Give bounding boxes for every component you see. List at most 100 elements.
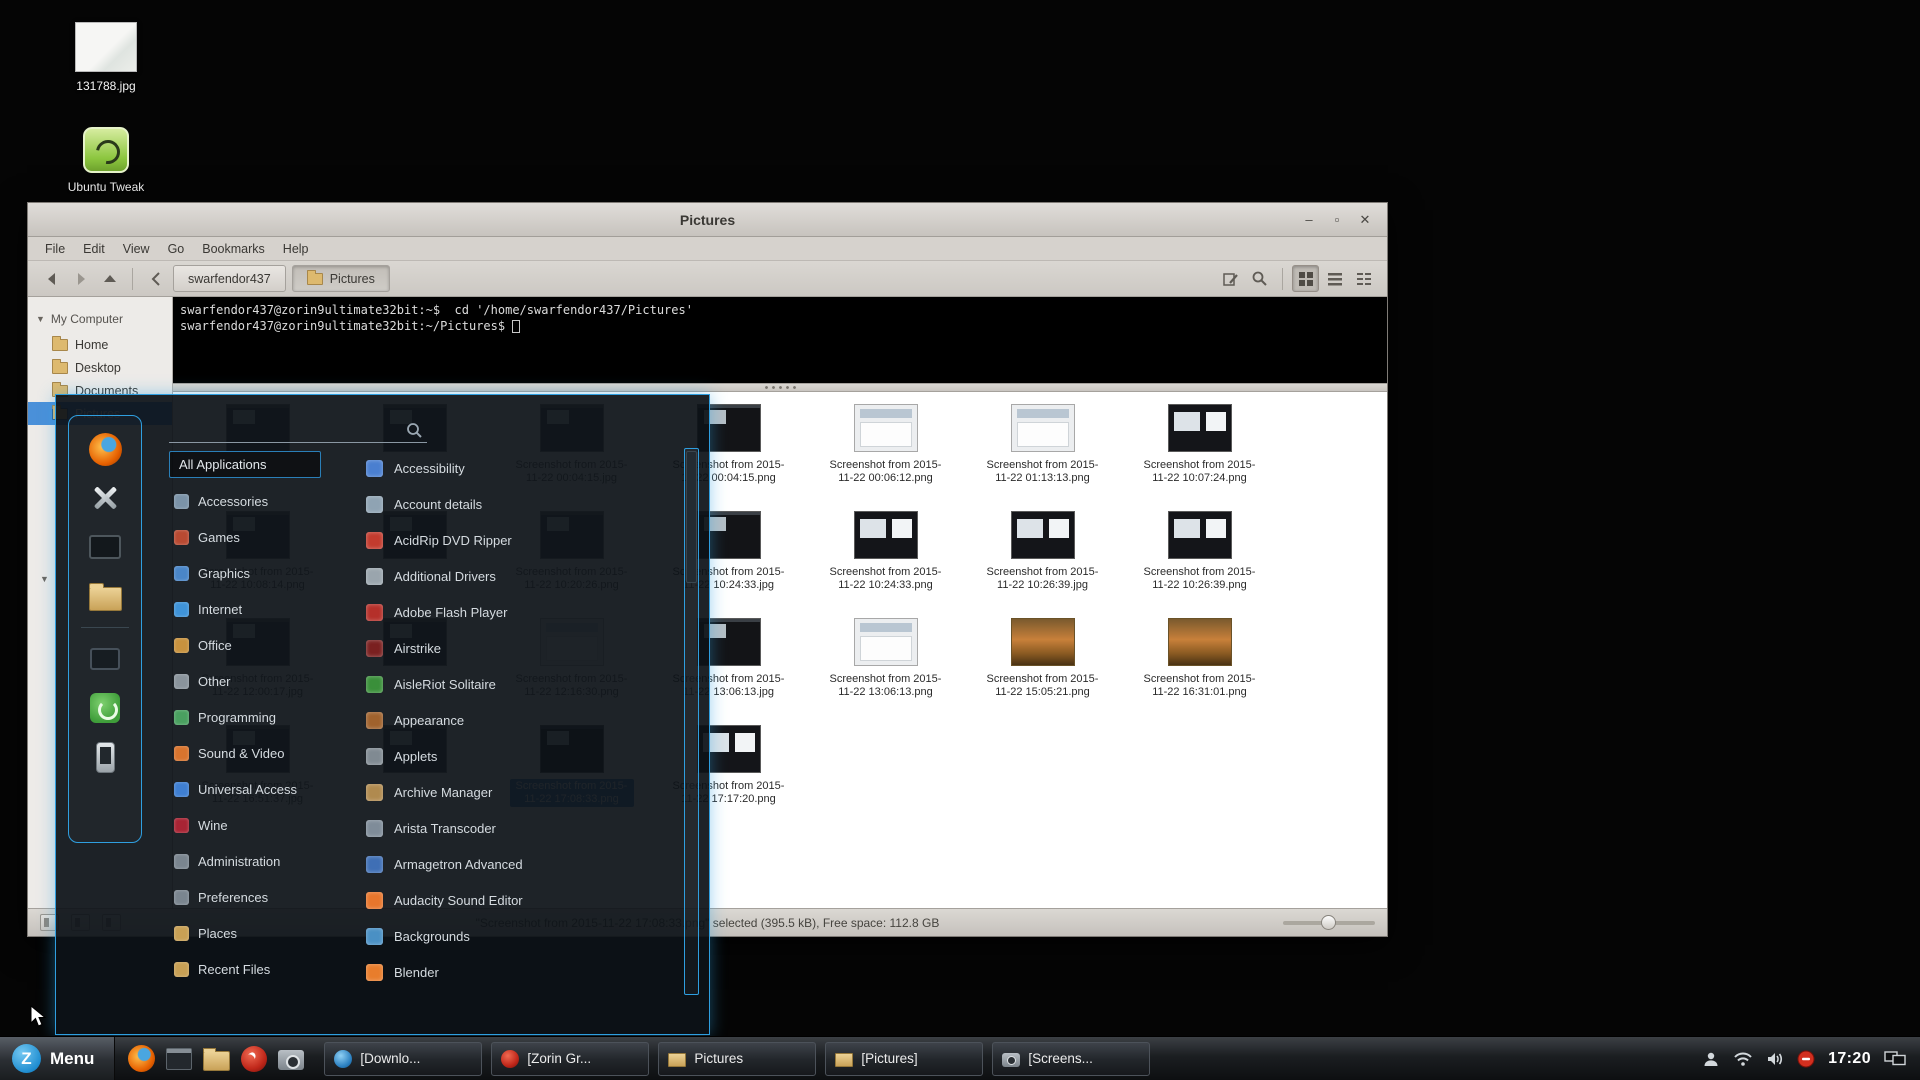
terminal-splitter-handle[interactable] [173,383,1387,392]
menu-category-universal-access[interactable]: Universal Access [169,771,361,807]
menu-help[interactable]: Help [274,239,318,259]
category-label: Administration [198,854,280,869]
expander-icon[interactable]: ▼ [36,314,45,324]
web-browser-icon[interactable] [87,431,123,467]
file-item[interactable]: Screenshot from 2015-11-22 10:26:39.png [1121,509,1278,593]
menu-category-internet[interactable]: Internet [169,591,361,627]
screenshot-launcher-icon[interactable] [278,1050,304,1070]
media-player-launcher-icon[interactable] [241,1046,267,1072]
menu-bookmarks[interactable]: Bookmarks [193,239,274,259]
file-item[interactable]: Screenshot from 2015-11-22 00:06:12.png [807,402,964,486]
menu-scrollbar[interactable] [684,448,699,995]
menu-app-adobe-flash-player[interactable]: Adobe Flash Player [366,594,668,630]
sidebar-item-home[interactable]: Home [28,333,172,356]
titlebar[interactable]: Pictures – ▫ ✕ [28,203,1387,237]
menu-app-applets[interactable]: Applets [366,738,668,774]
menu-app-aisleriot-solitaire[interactable]: AisleRiot Solitaire [366,666,668,702]
menu-category-all-applications[interactable]: All Applications [169,451,321,478]
file-manager-launcher-icon[interactable] [203,1051,230,1071]
user-tray-icon[interactable] [1702,1050,1720,1068]
clock[interactable]: 17:20 [1828,1050,1871,1068]
file-item[interactable]: Screenshot from 2015-11-22 10:07:24.png [1121,402,1278,486]
menu-file[interactable]: File [36,239,74,259]
file-item[interactable]: Screenshot from 2015-11-22 10:26:39.jpg [964,509,1121,593]
menu-app-accessibility[interactable]: Accessibility [366,450,668,486]
file-item[interactable]: Screenshot from 2015-11-22 16:31:01.png [1121,616,1278,700]
notification-tray-icon[interactable] [1797,1050,1815,1068]
menu-app-appearance[interactable]: Appearance [366,702,668,738]
task-button-downloads[interactable]: [Downlo... [324,1042,482,1076]
forward-button[interactable] [67,265,94,292]
log-out-icon[interactable] [87,690,123,726]
embedded-terminal[interactable]: swarfendor437@zorin9ultimate32bit:~$ cd … [173,297,1387,383]
menu-app-additional-drivers[interactable]: Additional Drivers [366,558,668,594]
volume-icon[interactable] [1766,1051,1784,1067]
menu-category-administration[interactable]: Administration [169,843,361,879]
menu-category-programming[interactable]: Programming [169,699,361,735]
menu-go[interactable]: Go [159,239,194,259]
zoom-slider-handle[interactable] [1321,915,1336,930]
network-wifi-icon[interactable] [1733,1051,1753,1067]
displays-tray-icon[interactable] [1884,1051,1906,1067]
zoom-slider[interactable] [1283,921,1375,925]
file-item[interactable]: Screenshot from 2015-11-22 10:24:33.png [807,509,964,593]
menu-app-airstrike[interactable]: Airstrike [366,630,668,666]
start-menu-button[interactable]: Z Menu [0,1037,115,1080]
path-scroll-left-icon[interactable] [142,265,169,292]
shut-down-icon[interactable] [87,739,123,775]
menu-category-office[interactable]: Office [169,627,361,663]
menu-edit[interactable]: Edit [74,239,114,259]
minimize-button[interactable]: – [1297,210,1321,230]
menu-app-armagetron-advanced[interactable]: Armagetron Advanced [366,846,668,882]
sidebar-item-desktop[interactable]: Desktop [28,356,172,379]
menu-search-input[interactable] [169,417,427,443]
breadcrumb-current[interactable]: Pictures [292,265,390,292]
list-view-button[interactable] [1321,265,1348,292]
menu-category-places[interactable]: Places [169,915,361,951]
sidebar-section-my-computer[interactable]: ▼ My Computer [28,309,172,329]
desktop-icon-ubuntu-tweak[interactable]: Ubuntu Tweak [46,127,166,194]
menu-category-graphics[interactable]: Graphics [169,555,361,591]
icon-view-button[interactable] [1292,265,1319,292]
menu-app-backgrounds[interactable]: Backgrounds [366,918,668,954]
file-item[interactable]: Screenshot from 2015-11-22 15:05:21.png [964,616,1121,700]
breadcrumb-home[interactable]: swarfendor437 [173,265,286,292]
lock-screen-icon[interactable] [87,641,123,677]
expander-icon[interactable]: ▼ [40,574,49,584]
task-button-pictures-minimized[interactable]: [Pictures] [825,1042,983,1076]
menu-category-wine[interactable]: Wine [169,807,361,843]
menu-app-audacity-sound-editor[interactable]: Audacity Sound Editor [366,882,668,918]
menu-app-arista-transcoder[interactable]: Arista Transcoder [366,810,668,846]
desktop-icon-image[interactable]: 131788.jpg [46,22,166,93]
task-button-pictures[interactable]: Pictures [658,1042,816,1076]
up-button[interactable] [96,265,123,292]
menu-category-accessories[interactable]: Accessories [169,483,361,519]
menu-app-account-details[interactable]: Account details [366,486,668,522]
firefox-launcher-icon[interactable] [128,1045,155,1072]
task-button-zorin[interactable]: [Zorin Gr... [491,1042,649,1076]
file-item[interactable]: Screenshot from 2015-11-22 01:13:13.png [964,402,1121,486]
terminal-launcher-icon[interactable] [166,1048,192,1070]
menu-app-blender[interactable]: Blender [366,954,668,990]
menu-scrollbar-thumb[interactable] [686,451,697,583]
category-icon [174,926,189,941]
display-settings-icon[interactable] [87,529,123,565]
menu-category-recent-files[interactable]: Recent Files [169,951,361,987]
menu-app-archive-manager[interactable]: Archive Manager [366,774,668,810]
task-button-screenshot[interactable]: [Screens... [992,1042,1150,1076]
maximize-button[interactable]: ▫ [1325,210,1349,230]
menu-app-acidrip-dvd-ripper[interactable]: AcidRip DVD Ripper [366,522,668,558]
menu-category-games[interactable]: Games [169,519,361,555]
back-button[interactable] [38,265,65,292]
toggle-location-entry-icon[interactable] [1217,265,1244,292]
close-button[interactable]: ✕ [1353,210,1377,230]
search-icon[interactable] [1246,265,1273,292]
file-manager-icon[interactable] [87,578,123,614]
compact-view-button[interactable] [1350,265,1377,292]
menu-category-other[interactable]: Other [169,663,361,699]
system-tools-icon[interactable] [87,480,123,516]
menu-category-preferences[interactable]: Preferences [169,879,361,915]
menu-category-sound-video[interactable]: Sound & Video [169,735,361,771]
menu-view[interactable]: View [114,239,159,259]
file-item[interactable]: Screenshot from 2015-11-22 13:06:13.png [807,616,964,700]
